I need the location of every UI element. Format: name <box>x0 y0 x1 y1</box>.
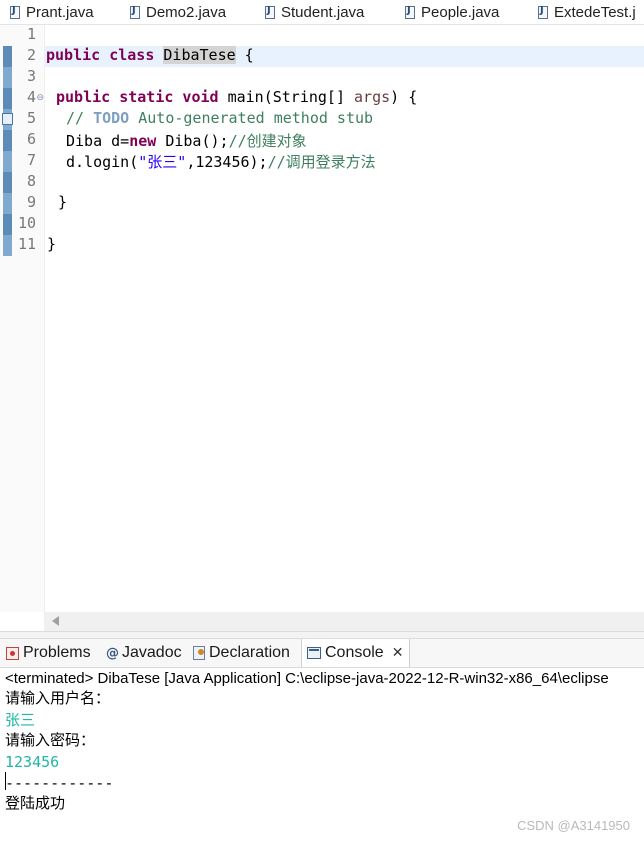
close-icon[interactable]: ✕ <box>392 645 404 661</box>
console-terminated-header: <terminated> DibaTese [Java Application]… <box>5 670 609 687</box>
java-file-icon <box>405 5 415 19</box>
change-marker <box>3 88 12 109</box>
line-number: 11 <box>17 235 36 253</box>
console-output-line: 请输入密码： <box>5 732 96 749</box>
code-line-5: // TODO Auto-generated method stub <box>66 109 373 130</box>
declaration-icon <box>193 646 205 660</box>
code-text: main(String[] <box>227 88 355 106</box>
console-output-line: 请输入用户名： <box>5 690 111 707</box>
code-line-7: d.login("张三",123456);//调用登录方法 <box>66 151 376 172</box>
code-line-4: public static void main(String[] args) { <box>56 88 417 109</box>
console-output-line: ------------ <box>5 774 114 792</box>
comment: //调用登录方法 <box>267 153 376 171</box>
tab-console[interactable]: Console ✕ <box>301 639 411 667</box>
comment: Auto-generated method stub <box>129 109 374 127</box>
line-number: 6 <box>26 130 36 148</box>
line-number: 4 <box>26 88 36 106</box>
code-line-9: } <box>58 193 68 211</box>
change-marker <box>3 214 12 235</box>
comment: //创建对象 <box>228 132 307 150</box>
editor-tab-bar: Prant.java Demo2.java Student.java Peopl… <box>0 0 644 25</box>
line-number: 10 <box>17 214 36 232</box>
code-text: d.login( <box>66 153 139 171</box>
comment: // <box>66 109 94 127</box>
tab-label: Problems <box>23 644 91 661</box>
change-marker <box>3 151 12 172</box>
editor-tab-student[interactable]: Student.java <box>265 0 364 24</box>
change-marker <box>3 130 12 151</box>
change-marker <box>3 67 12 88</box>
code-text: ) { <box>390 88 418 106</box>
console-user-input: 张三 <box>5 711 36 729</box>
console-output-line: 登陆成功 <box>5 795 66 812</box>
class-name: DibaTese <box>163 46 236 64</box>
code-text: ,123456); <box>186 153 268 171</box>
code-text: Diba d= <box>66 132 130 150</box>
horizontal-scrollbar[interactable] <box>44 612 644 631</box>
javadoc-at-icon: @ <box>106 645 119 661</box>
change-marker <box>3 235 12 256</box>
code-line-11: } <box>47 235 57 253</box>
editor-tab-label: Prant.java <box>26 3 94 21</box>
line-number: 1 <box>26 25 36 43</box>
tab-label: Javadoc <box>122 644 182 661</box>
code-text: Diba(); <box>156 132 229 150</box>
scroll-left-arrow-icon[interactable] <box>52 616 59 626</box>
watermark: CSDN @A3141950 <box>517 818 630 833</box>
code-text: { <box>235 46 254 64</box>
tab-label: Declaration <box>209 644 290 661</box>
tab-problems[interactable]: Problems <box>6 639 91 667</box>
console-user-input: 123456 <box>5 753 60 771</box>
editor-tab-label: ExtedeTest.j <box>554 3 636 21</box>
editor-tab-prant[interactable]: Prant.java <box>10 0 94 24</box>
line-number-gutter: 1 2 3 4 ⊖ 5 6 7 8 9 10 11 <box>14 25 45 612</box>
fold-collapse-icon[interactable]: ⊖ <box>36 93 44 103</box>
java-file-icon <box>538 5 548 19</box>
console-output[interactable]: <terminated> DibaTese [Java Application]… <box>0 668 644 841</box>
change-marker <box>3 172 12 193</box>
view-separator[interactable] <box>0 631 644 639</box>
change-marker <box>3 193 12 214</box>
line-number: 8 <box>26 172 36 190</box>
line-number: 3 <box>26 67 36 85</box>
bottom-view-tab-bar: Problems @ Javadoc Declaration Console ✕ <box>0 639 644 668</box>
tab-javadoc[interactable]: @ Javadoc <box>106 639 182 667</box>
java-file-icon <box>10 5 20 19</box>
keyword: public static void <box>56 88 228 106</box>
change-marker <box>3 46 12 67</box>
editor-tab-extedetest[interactable]: ExtedeTest.j <box>538 0 636 24</box>
editor-tab-label: People.java <box>421 3 500 21</box>
tab-label: Console <box>325 644 384 661</box>
editor-tab-label: Student.java <box>281 3 365 21</box>
editor-tab-people[interactable]: People.java <box>405 0 499 24</box>
parameter-name: args <box>354 88 391 106</box>
string-literal: "张三" <box>138 153 187 171</box>
java-file-icon <box>265 5 275 19</box>
code-line-2: public class DibaTese { <box>46 46 254 67</box>
code-line-6: Diba d=new Diba();//创建对象 <box>66 130 307 151</box>
line-number: 5 <box>26 109 36 127</box>
problems-icon <box>6 646 19 660</box>
java-file-icon <box>130 5 140 19</box>
line-number: 9 <box>26 193 36 211</box>
keyword: new <box>129 132 157 150</box>
line-number: 7 <box>26 151 36 169</box>
keyword: public class <box>46 46 164 64</box>
console-icon <box>307 647 321 659</box>
todo-tag: TODO <box>93 109 130 127</box>
line-number: 2 <box>26 46 36 64</box>
editor-tab-label: Demo2.java <box>146 3 227 21</box>
editor-tab-demo2[interactable]: Demo2.java <box>130 0 226 24</box>
code-editor[interactable]: 1 2 3 4 ⊖ 5 6 7 8 9 10 11 public class D… <box>0 25 644 612</box>
tab-declaration[interactable]: Declaration <box>193 639 290 667</box>
